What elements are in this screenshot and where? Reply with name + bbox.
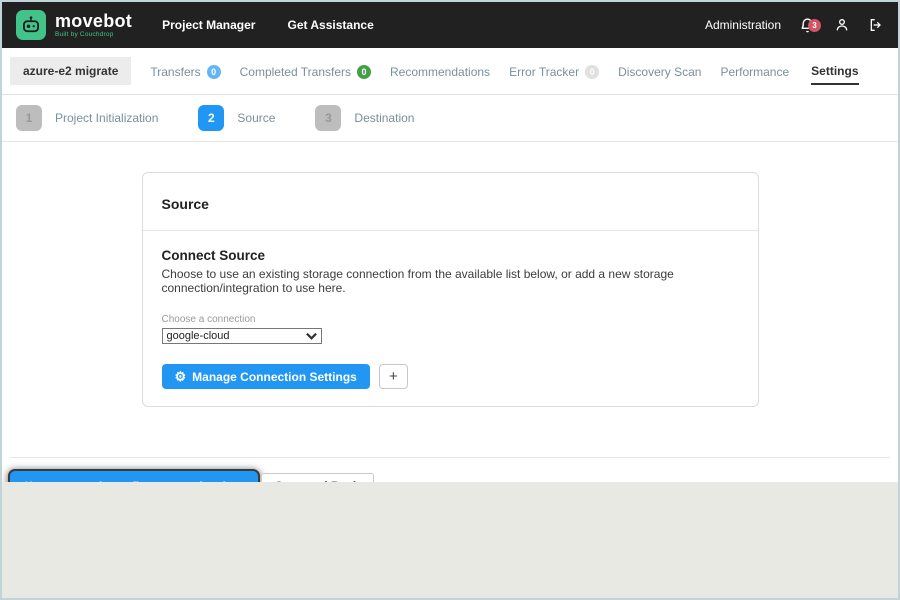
tab-label: Error Tracker [509,65,579,79]
connect-source-description: Choose to use an existing storage connec… [162,267,739,295]
completed-transfers-count-badge: 0 [357,65,371,79]
step-number: 1 [16,105,42,131]
tab-label: Recommendations [390,65,490,79]
actions-divider [10,457,890,458]
main-content: Source Connect Source Choose to use an e… [2,142,898,482]
notification-count-badge: 3 [808,19,821,32]
tab-label: Performance [720,65,789,79]
step-project-initialization[interactable]: 1 Project Initialization [16,105,158,131]
nav-link-project-manager[interactable]: Project Manager [162,18,255,32]
chevron-down-icon [306,332,317,340]
top-navbar: movebot Built by Couchdrop Project Manag… [2,2,898,48]
step-label: Project Initialization [55,111,158,125]
brand-tagline: Built by Couchdrop [55,32,132,39]
step-number: 3 [315,105,341,131]
account-button[interactable] [834,17,850,33]
project-tab-bar: azure-e2 migrate Transfers 0 Completed T… [2,48,898,95]
gear-icon: ⚙ [175,370,187,383]
step-label: Source [237,111,275,125]
connect-source-heading: Connect Source [162,248,739,263]
connection-select-label: Choose a connection [162,314,739,325]
logout-button[interactable] [868,17,884,33]
tab-completed-transfers[interactable]: Completed Transfers 0 [240,58,371,84]
footer-area [2,482,898,598]
tab-label: Transfers [150,65,200,79]
tab-label: Completed Transfers [240,65,351,79]
connection-select[interactable]: google-cloud [162,328,322,344]
source-card-header: Source [143,173,758,231]
tab-transfers[interactable]: Transfers 0 [150,58,220,84]
transfers-count-badge: 0 [207,65,221,79]
tab-recommendations[interactable]: Recommendations [390,58,490,84]
sign-out-icon [868,17,884,33]
tab-label: Settings [811,64,858,78]
card-title: Source [162,196,209,212]
manage-connection-settings-button[interactable]: ⚙ Manage Connection Settings [162,364,370,389]
tab-discovery-scan[interactable]: Discovery Scan [618,58,701,84]
tab-performance[interactable]: Performance [720,58,789,84]
project-name-tab[interactable]: azure-e2 migrate [10,57,131,85]
step-source[interactable]: 2 Source [198,105,275,131]
nav-link-get-assistance[interactable]: Get Assistance [287,18,373,32]
person-icon [834,17,850,33]
tab-error-tracker[interactable]: Error Tracker 0 [509,58,599,84]
source-card: Source Connect Source Choose to use an e… [142,172,759,407]
source-card-body: Connect Source Choose to use an existing… [143,231,758,406]
notifications-button[interactable]: 3 [799,17,816,34]
movebot-robot-icon [16,10,46,40]
navbar-right: Administration 3 [705,17,884,34]
settings-stepper: 1 Project Initialization 2 Source 3 Dest… [2,95,898,142]
step-destination[interactable]: 3 Destination [315,105,414,131]
connection-select-value: google-cloud [167,330,230,342]
app-window: movebot Built by Couchdrop Project Manag… [0,0,900,600]
tab-settings[interactable]: Settings [811,57,858,85]
administration-link[interactable]: Administration [705,18,781,32]
error-tracker-count-badge: 0 [585,65,599,79]
connection-buttons-row: ⚙ Manage Connection Settings + [162,364,739,389]
manage-button-label: Manage Connection Settings [192,370,357,384]
plus-icon: + [389,369,398,384]
step-label: Destination [354,111,414,125]
brand-name: movebot [55,12,132,30]
tab-label: Discovery Scan [618,65,701,79]
step-number: 2 [198,105,224,131]
brand-logo[interactable]: movebot Built by Couchdrop [16,10,132,40]
add-connection-button[interactable]: + [379,364,408,389]
navbar-links: Project Manager Get Assistance [162,18,374,32]
